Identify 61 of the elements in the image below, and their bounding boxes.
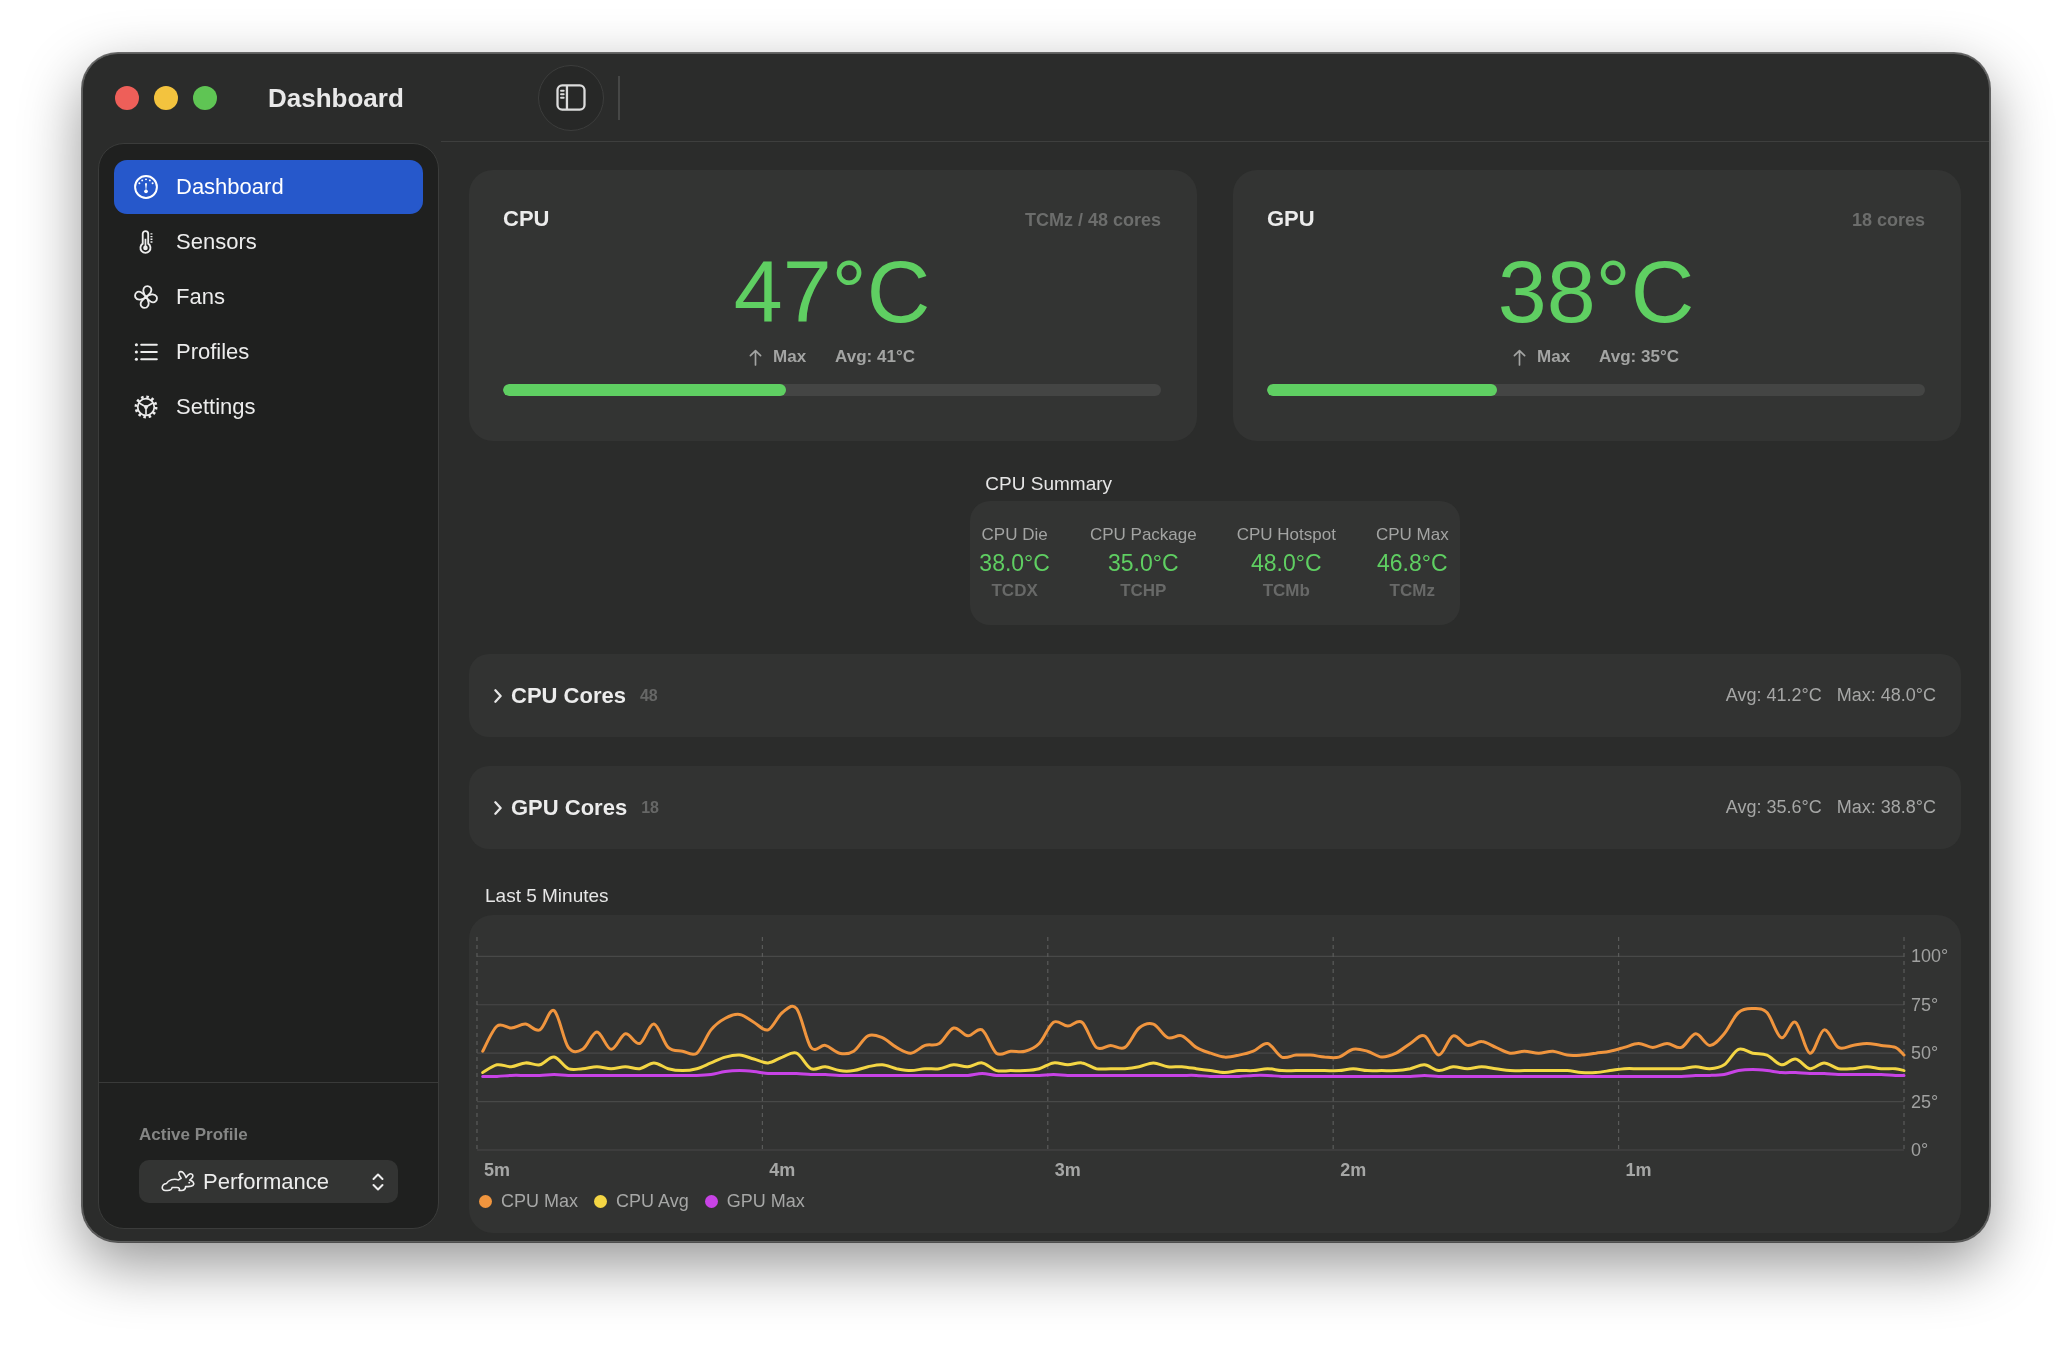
sidebar-item[interactable]: Settings	[114, 380, 423, 434]
sensor-value: 38.0°C	[979, 550, 1050, 576]
close-button[interactable]	[115, 86, 139, 110]
average-reading: Avg: 35°C	[1599, 347, 1679, 367]
axis-label: 0°	[1911, 1140, 1929, 1160]
average-reading: Avg: 41°C	[835, 347, 915, 367]
minimize-button[interactable]	[154, 86, 178, 110]
axis-label: 25°	[1911, 1091, 1939, 1112]
sensor-label: CPU Hotspot	[1236, 524, 1336, 545]
axis-label: 5m	[483, 1160, 510, 1180]
rabbit-icon	[160, 1169, 196, 1194]
active-profile-label: Active Profile	[139, 1125, 248, 1145]
arrow-up-icon	[1513, 348, 1527, 366]
window-title: Dashboard	[268, 82, 404, 114]
card-title: CPU	[503, 206, 550, 232]
max-reading: Max: 48.0°C	[1836, 685, 1936, 706]
chevron-right-icon[interactable]	[494, 800, 502, 815]
list-icon	[134, 340, 158, 364]
sidebar-item[interactable]: Fans	[114, 270, 423, 324]
legend-label: CPU Avg	[616, 1190, 689, 1212]
section-title: CPU Summary	[984, 473, 1113, 495]
axis-label: 1m	[1625, 1160, 1652, 1180]
card-title: GPU	[1267, 206, 1315, 232]
zoom-button[interactable]	[193, 86, 217, 110]
legend-label: CPU Max	[501, 1190, 578, 1212]
arrow-up-icon	[749, 348, 763, 366]
sensor-value: 48.0°C	[1251, 550, 1322, 576]
legend-label: GPU Max	[726, 1190, 805, 1212]
average-reading: Avg: 41.2°C	[1725, 685, 1822, 706]
axis-label: 100°	[1911, 946, 1949, 967]
sensor-info: TCMz / 48 cores	[1024, 209, 1161, 232]
group-title: GPU Cores	[511, 794, 628, 821]
axis-label: 75°	[1911, 994, 1939, 1015]
temperature-reading: 38°C	[1497, 248, 1695, 336]
settings-icon	[134, 395, 158, 419]
average-reading: Avg: 35.6°C	[1725, 797, 1822, 818]
sidebar-icon	[556, 84, 586, 111]
max-label: Max	[1537, 347, 1571, 367]
axis-label: 2m	[1340, 1160, 1367, 1180]
sensor-label: CPU Die	[981, 524, 1048, 545]
fan-icon	[134, 285, 158, 309]
gauge-icon	[134, 175, 158, 199]
max-reading: Max: 38.8°C	[1836, 797, 1936, 818]
sensor-label: CPU Package	[1089, 524, 1197, 545]
chevron-up-down-icon	[372, 1172, 384, 1191]
sidebar-item[interactable]: Dashboard	[114, 160, 423, 214]
sensor-value: 46.8°C	[1377, 550, 1448, 576]
chart-title: Last 5 Minutes	[484, 885, 609, 907]
profile-dropdown[interactable]: Performance	[139, 1160, 398, 1203]
axis-label: 4m	[769, 1160, 796, 1180]
temperature-reading: 47°C	[733, 248, 931, 336]
sensor-value: 35.0°C	[1108, 550, 1179, 576]
sidebar-item[interactable]: Profiles	[114, 325, 423, 379]
group-title: CPU Cores	[511, 682, 626, 709]
chevron-right-icon[interactable]	[494, 688, 502, 703]
axis-label: 50°	[1911, 1043, 1939, 1064]
sidebar-item[interactable]: Sensors	[114, 215, 423, 269]
max-label: Max	[773, 347, 807, 367]
sensor-label: CPU Max	[1375, 524, 1449, 545]
sensor-info: 18 cores	[1851, 209, 1925, 232]
axis-label: 3m	[1054, 1160, 1081, 1180]
